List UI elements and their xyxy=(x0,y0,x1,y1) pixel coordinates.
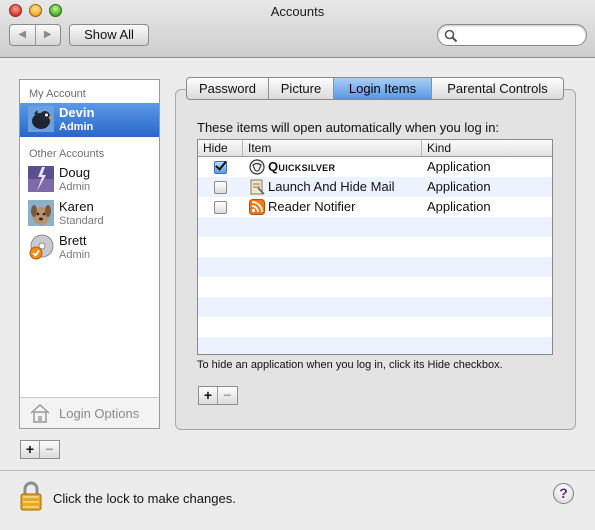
remove-account-button[interactable]: − xyxy=(40,441,59,458)
login-items-add-remove: + − xyxy=(198,386,238,405)
empty-row xyxy=(198,277,552,297)
account-name: Doug xyxy=(59,165,91,180)
back-button[interactable]: ◀ xyxy=(10,25,36,45)
lightning-avatar-icon xyxy=(28,166,54,192)
tab-parental-controls[interactable]: Parental Controls xyxy=(432,78,563,99)
empty-row xyxy=(198,297,552,317)
account-name: Devin xyxy=(59,105,95,120)
back-forward-control: ◀ ▶ xyxy=(9,24,61,46)
account-name: Karen xyxy=(59,199,94,214)
account-add-remove: + − xyxy=(20,440,60,459)
account-name: Brett xyxy=(59,233,87,248)
show-all-button[interactable]: Show All xyxy=(69,24,149,46)
account-devin[interactable]: Devin Admin xyxy=(20,103,159,137)
tab-login-items[interactable]: Login Items xyxy=(334,78,432,99)
help-button[interactable]: ? xyxy=(553,483,574,504)
forward-button[interactable]: ▶ xyxy=(36,25,61,45)
table-row[interactable]: Launch And Hide Mail Application xyxy=(198,177,552,197)
login-options-label: Login Options xyxy=(59,406,140,421)
account-karen[interactable]: Karen Standard xyxy=(20,197,159,231)
tab-password[interactable]: Password xyxy=(187,78,269,99)
column-header-item[interactable]: Item xyxy=(243,140,422,156)
search-input[interactable] xyxy=(460,27,580,43)
table-header: Hide Item Kind xyxy=(198,140,552,157)
account-brett[interactable]: Brett Admin xyxy=(20,231,159,265)
table-row[interactable]: Quicksilver Application xyxy=(198,157,552,177)
item-name: Quicksilver xyxy=(268,159,336,174)
login-items-table: Hide Item Kind Quicksilver Application L… xyxy=(197,139,553,355)
empty-row xyxy=(198,317,552,337)
lock-icon[interactable] xyxy=(20,481,42,511)
lock-message: Click the lock to make changes. xyxy=(53,491,236,506)
search-field[interactable] xyxy=(437,24,587,46)
item-kind: Application xyxy=(427,199,491,214)
empty-row xyxy=(198,337,552,354)
add-account-button[interactable]: + xyxy=(21,441,40,458)
login-items-intro: These items will open automatically when… xyxy=(197,120,500,135)
item-name: Reader Notifier xyxy=(268,199,356,214)
accounts-list: My Account Devin Admin Other Accounts Do… xyxy=(19,79,160,429)
account-role: Standard xyxy=(59,215,104,227)
window-title: Accounts xyxy=(270,4,325,19)
account-role: Admin xyxy=(59,121,94,133)
account-role: Admin xyxy=(59,249,91,261)
house-icon xyxy=(30,403,50,423)
remove-login-item-button[interactable]: − xyxy=(218,387,237,404)
footer-divider xyxy=(0,470,595,471)
hide-checkbox[interactable] xyxy=(214,161,227,174)
table-row[interactable]: Reader Notifier Application xyxy=(198,197,552,217)
column-header-kind[interactable]: Kind xyxy=(422,140,552,156)
account-role: Admin xyxy=(59,181,91,193)
add-login-item-button[interactable]: + xyxy=(199,387,218,404)
hide-checkbox[interactable] xyxy=(214,181,227,194)
item-name: Launch And Hide Mail xyxy=(268,179,395,194)
hide-checkbox[interactable] xyxy=(214,201,227,214)
tab-picture[interactable]: Picture xyxy=(269,78,334,99)
quicksilver-icon xyxy=(249,159,265,175)
login-options-button[interactable]: Login Options xyxy=(20,397,159,428)
search-icon xyxy=(444,29,458,43)
bird-avatar-icon xyxy=(28,106,54,132)
empty-row xyxy=(198,237,552,257)
cd-avatar-icon xyxy=(29,234,54,260)
tab-bar: Password Picture Login Items Parental Co… xyxy=(186,77,564,100)
item-kind: Application xyxy=(427,159,491,174)
item-kind: Application xyxy=(427,179,491,194)
mail-script-icon xyxy=(250,179,265,195)
other-accounts-header: Other Accounts xyxy=(29,148,105,160)
rss-icon xyxy=(249,199,265,215)
toolbar: Accounts ◀ ▶ Show All xyxy=(0,0,595,58)
empty-row xyxy=(198,257,552,277)
account-doug[interactable]: Doug Admin xyxy=(20,163,159,197)
column-header-hide[interactable]: Hide xyxy=(198,140,243,156)
hide-hint: To hide an application when you log in, … xyxy=(197,359,503,371)
my-account-header: My Account xyxy=(29,88,86,100)
dog-avatar-icon xyxy=(28,200,54,226)
empty-row xyxy=(198,217,552,237)
